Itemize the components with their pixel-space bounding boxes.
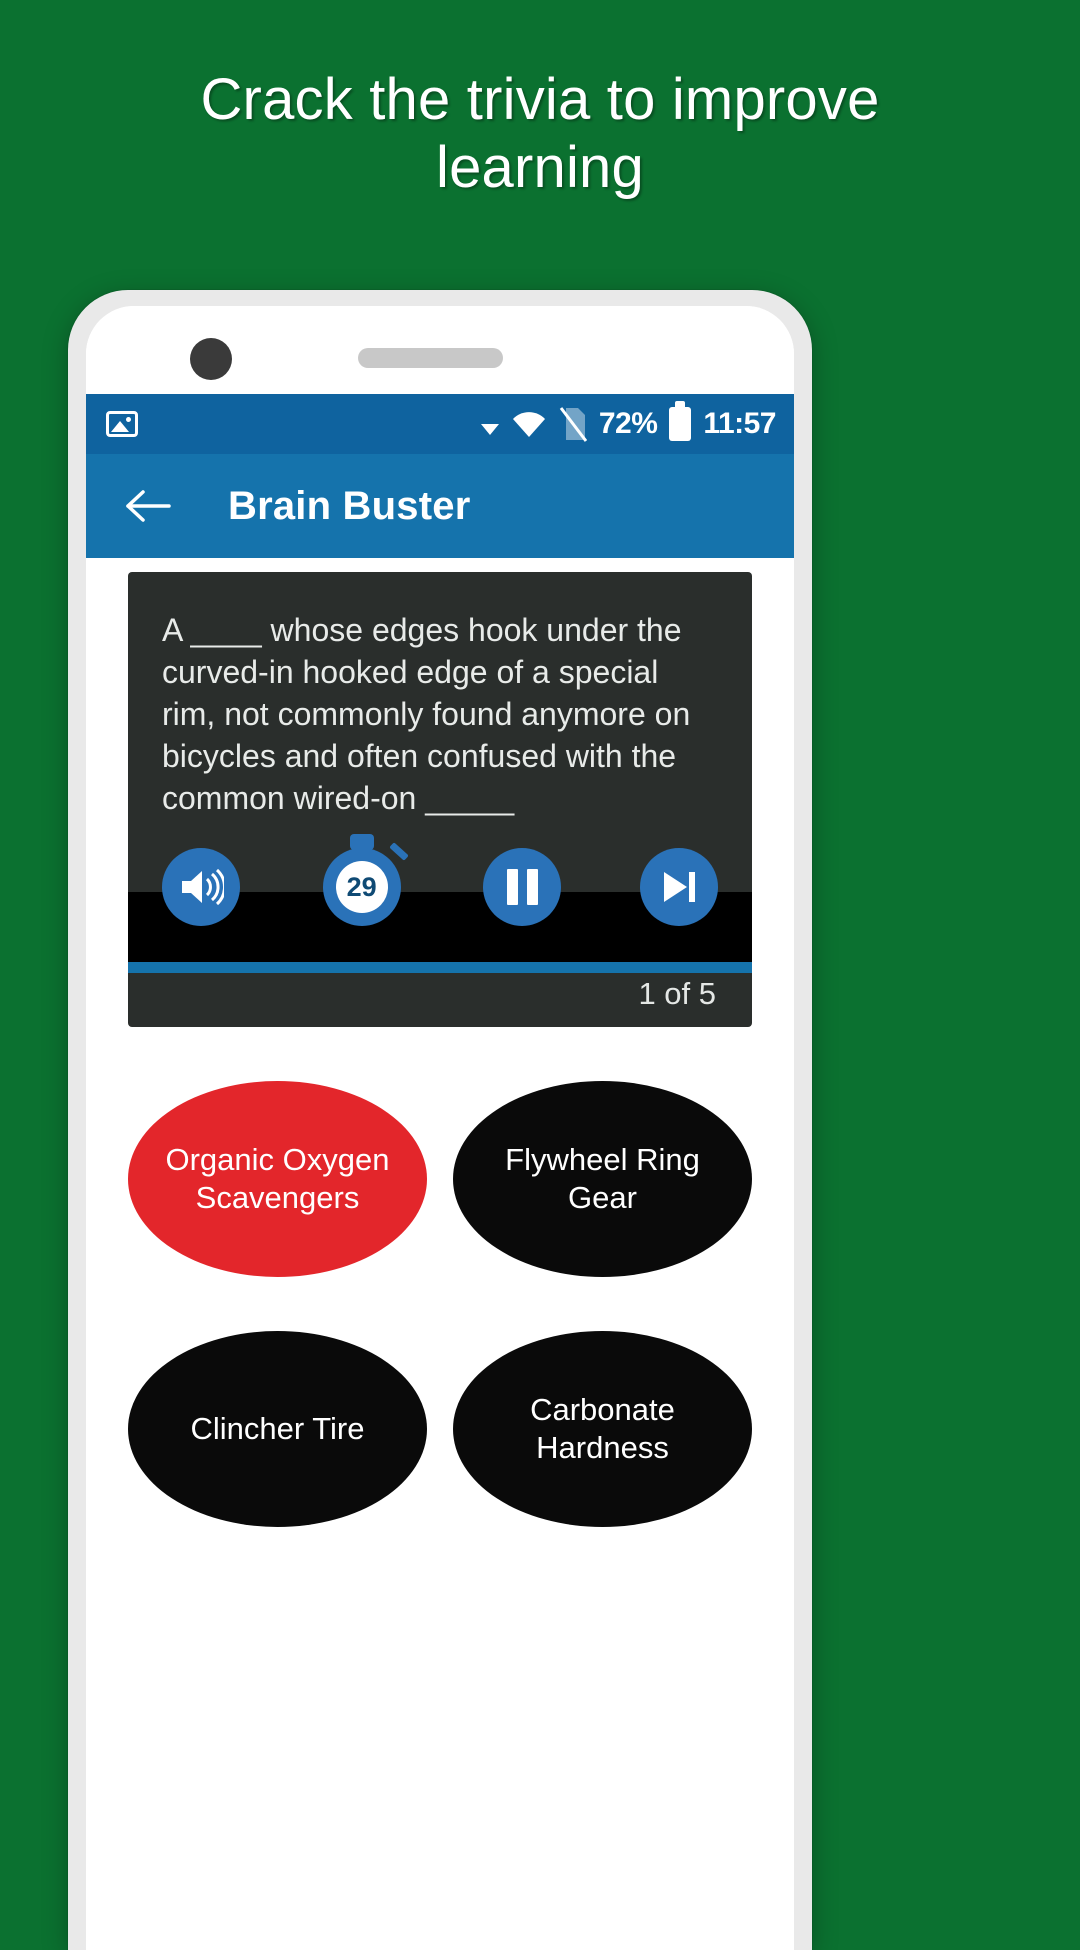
- phone-top-bezel: [86, 306, 794, 394]
- media-controls: 29: [128, 844, 752, 930]
- answer-label: Flywheel Ring Gear: [505, 1142, 700, 1215]
- answer-option-4[interactable]: Carbonate Hardness: [453, 1331, 752, 1527]
- volume-button[interactable]: [162, 848, 240, 926]
- answer-option-1[interactable]: Organic Oxygen Scavengers: [128, 1081, 427, 1277]
- question-card-area: A ____ whose edges hook under the curved…: [86, 558, 794, 1027]
- sim-card-off-icon: [559, 407, 587, 442]
- skip-next-icon: [663, 872, 695, 902]
- question-progress-bar: [128, 962, 752, 973]
- promo-headline: Crack the trivia to improve learning: [200, 67, 880, 201]
- volume-up-icon: [182, 868, 224, 906]
- status-bar-right: 72% 11:57: [480, 401, 776, 442]
- answer-option-3[interactable]: Clincher Tire: [128, 1331, 427, 1527]
- battery-percent-label: 72%: [598, 407, 658, 440]
- pause-icon: [506, 869, 538, 905]
- wifi-icon: [512, 412, 545, 437]
- question-progress-fill: [128, 962, 752, 973]
- stopwatch-icon: 29: [322, 848, 401, 926]
- question-card: A ____ whose edges hook under the curved…: [128, 572, 752, 1027]
- earpiece-speaker: [358, 348, 503, 368]
- back-arrow-icon: [126, 490, 171, 522]
- app-bar: Brain Buster: [86, 454, 794, 558]
- answer-options: Organic Oxygen Scavengers Flywheel Ring …: [86, 1027, 794, 1527]
- chevron-down-icon: [480, 423, 499, 435]
- answer-option-2[interactable]: Flywheel Ring Gear: [453, 1081, 752, 1277]
- timer-button[interactable]: 29: [319, 844, 405, 930]
- battery-icon: [669, 401, 692, 441]
- phone-mockup: 72% 11:57 Brain Buster A ____ whose edge…: [68, 290, 812, 1950]
- question-counter: 1 of 5: [638, 976, 716, 1011]
- question-text: A ____ whose edges hook under the curved…: [162, 612, 691, 816]
- image-icon: [106, 411, 138, 437]
- phone-screen: 72% 11:57 Brain Buster A ____ whose edge…: [86, 306, 794, 1950]
- front-camera-icon: [190, 338, 232, 380]
- status-bar-clock: 11:57: [703, 407, 776, 440]
- timer-value: 29: [335, 861, 388, 913]
- back-button[interactable]: [120, 478, 176, 534]
- answer-label: Carbonate Hardness: [530, 1392, 675, 1465]
- answer-label: Organic Oxygen Scavengers: [165, 1142, 390, 1215]
- answer-label: Clincher Tire: [190, 1411, 365, 1447]
- pause-button[interactable]: [483, 848, 562, 926]
- status-bar-left: [106, 411, 138, 437]
- next-button[interactable]: [639, 848, 718, 926]
- page-title: Brain Buster: [228, 483, 471, 528]
- status-bar: 72% 11:57: [86, 394, 794, 454]
